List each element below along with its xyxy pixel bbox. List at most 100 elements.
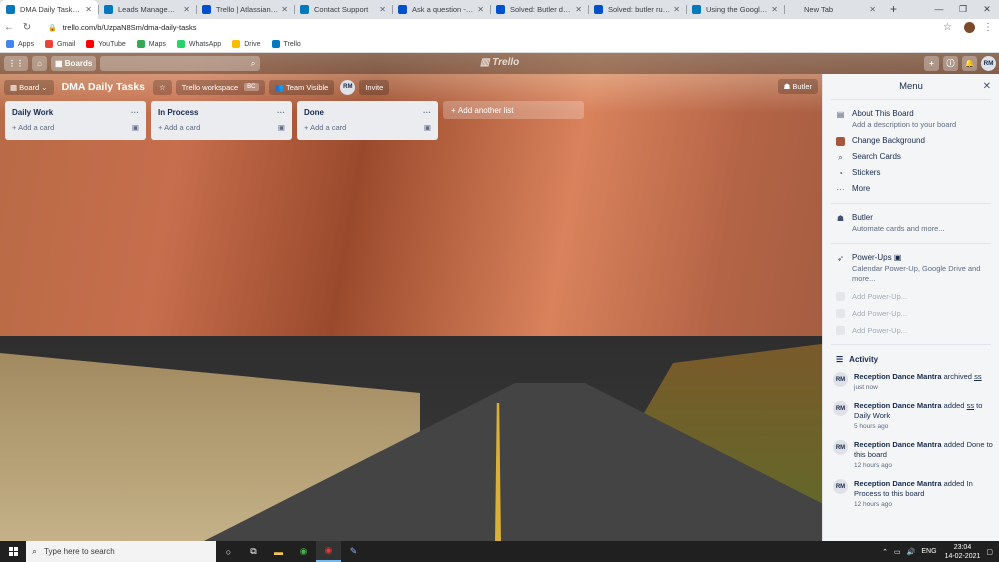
- volume-icon[interactable]: 🔊: [907, 548, 916, 556]
- menu-item-butler[interactable]: ☗ Butler Automate cards and more...: [823, 213, 999, 234]
- board-search-input[interactable]: ⌕: [100, 56, 261, 71]
- browser-tab[interactable]: Leads Management | T ✕: [98, 0, 196, 19]
- taskbar-search-input[interactable]: ⌕ Type here to search: [26, 541, 216, 562]
- bookmark-gmail[interactable]: Gmail: [44, 40, 75, 48]
- invite-button[interactable]: Invite: [359, 79, 390, 95]
- activity-user[interactable]: Reception Dance Mantra: [854, 401, 942, 410]
- card-template-icon[interactable]: ▣: [424, 123, 431, 132]
- create-plus-icon[interactable]: +: [924, 56, 939, 71]
- minimize-icon[interactable]: —: [927, 0, 951, 19]
- browser-tab[interactable]: Ask a question - Atlass ✕: [392, 0, 490, 19]
- browser-tab[interactable]: New Tab ✕: [784, 0, 882, 19]
- card-template-icon[interactable]: ▣: [132, 123, 139, 132]
- cortana-circle-icon[interactable]: ○: [216, 541, 241, 562]
- url-field[interactable]: 🔒 trello.com/b/UzpaN8Sm/dma-daily-tasks: [48, 23, 943, 32]
- window-close-icon[interactable]: ✕: [975, 0, 999, 19]
- add-card-button[interactable]: + Add a card: [304, 123, 346, 132]
- browser-tab-active[interactable]: DMA Daily Tasks | Trello ✕: [0, 0, 98, 19]
- bookmark-trello[interactable]: Trello: [271, 40, 301, 48]
- list-menu-icon[interactable]: ···: [423, 108, 431, 117]
- card-template-icon[interactable]: ▣: [278, 123, 285, 132]
- browser-tab[interactable]: Solved: butler rule mov ✕: [588, 0, 686, 19]
- add-power-up-slot[interactable]: Add Power-Up...: [823, 309, 999, 318]
- close-tab-icon[interactable]: ✕: [85, 5, 92, 14]
- taskbar-clock[interactable]: 23:04 14-02-2021: [945, 543, 981, 561]
- notification-bell-icon[interactable]: 🔔: [962, 56, 977, 71]
- browser-tab[interactable]: Solved: Butler due date ✕: [490, 0, 588, 19]
- trello-logo[interactable]: ▥ Trello: [480, 57, 519, 68]
- list-menu-icon[interactable]: ···: [277, 108, 285, 117]
- chrome-active-icon[interactable]: ◉: [316, 541, 341, 562]
- back-arrow-icon[interactable]: ←: [0, 22, 18, 33]
- add-another-list-button[interactable]: + Add another list: [443, 101, 584, 119]
- activity-time[interactable]: just now: [854, 383, 982, 393]
- activity-avatar[interactable]: RM: [833, 372, 848, 387]
- activity-user[interactable]: Reception Dance Mantra: [854, 372, 942, 381]
- task-view-icon[interactable]: ⧉: [241, 541, 266, 562]
- bookmark-maps[interactable]: Maps: [136, 40, 166, 48]
- workspace-button[interactable]: Trello workspace BC: [175, 79, 265, 95]
- activity-time[interactable]: 5 hours ago: [854, 422, 993, 432]
- new-tab-plus-icon[interactable]: +: [890, 0, 897, 19]
- windows-start-icon[interactable]: [0, 541, 26, 562]
- activity-user[interactable]: Reception Dance Mantra: [854, 479, 942, 488]
- menu-item-change-background[interactable]: Change Background: [823, 136, 999, 146]
- browser-tab[interactable]: Using the Google Drive ✕: [686, 0, 784, 19]
- language-indicator[interactable]: ENG: [921, 548, 936, 555]
- profile-avatar-icon[interactable]: [964, 22, 975, 33]
- menu-item-more[interactable]: ··· More: [823, 184, 999, 194]
- member-avatar[interactable]: RM: [340, 79, 356, 95]
- list-menu-icon[interactable]: ···: [131, 108, 139, 117]
- maximize-icon[interactable]: ❐: [951, 0, 975, 19]
- bookmark-drive[interactable]: Drive: [232, 40, 261, 48]
- menu-item-search-cards[interactable]: ⌕ Search Cards: [823, 152, 999, 162]
- close-tab-icon[interactable]: ✕: [281, 5, 288, 14]
- board-menu-button[interactable]: ▦ Board ⌄: [4, 79, 54, 95]
- add-power-up-slot[interactable]: Add Power-Up...: [823, 292, 999, 301]
- activity-avatar[interactable]: RM: [833, 479, 848, 494]
- pinned-app-icon[interactable]: ✎: [341, 541, 366, 562]
- bookmark-apps[interactable]: Apps: [6, 40, 34, 48]
- close-tab-icon[interactable]: ✕: [575, 5, 582, 14]
- browser-tab[interactable]: Contact Support ✕: [294, 0, 392, 19]
- notification-center-icon[interactable]: ▢: [986, 548, 993, 556]
- list-title[interactable]: In Process: [158, 108, 198, 117]
- close-tab-icon[interactable]: ✕: [183, 5, 190, 14]
- visibility-button[interactable]: 👥 Team Visible: [268, 79, 335, 95]
- browser-tab[interactable]: Trello | Atlassian Comm ✕: [196, 0, 294, 19]
- refresh-icon[interactable]: ↻: [18, 22, 36, 33]
- close-tab-icon[interactable]: ✕: [379, 5, 386, 14]
- close-menu-icon[interactable]: ✕: [983, 81, 991, 92]
- chrome-icon[interactable]: ◉: [291, 541, 316, 562]
- menu-item-power-ups[interactable]: ➶ Power-Ups ▣ Calendar Power-Up, Google D…: [823, 253, 999, 284]
- activity-card-link[interactable]: ss: [974, 372, 982, 381]
- list-title[interactable]: Daily Work: [12, 108, 53, 117]
- network-icon[interactable]: ▭: [894, 548, 901, 556]
- butler-button[interactable]: ☗ Butler: [777, 79, 818, 94]
- add-card-button[interactable]: + Add a card: [158, 123, 200, 132]
- activity-avatar[interactable]: RM: [833, 440, 848, 455]
- browser-menu-icon[interactable]: ⋮: [983, 22, 993, 33]
- home-icon[interactable]: ⌂: [32, 56, 47, 71]
- boards-button[interactable]: ▦ Boards: [51, 56, 97, 71]
- tray-up-arrow-icon[interactable]: ⌃: [882, 548, 888, 556]
- close-tab-icon[interactable]: ✕: [477, 5, 484, 14]
- menu-item-about[interactable]: ▤ About This Board Add a description to y…: [823, 109, 999, 130]
- close-tab-icon[interactable]: ✕: [673, 5, 680, 14]
- info-icon[interactable]: ⓘ: [943, 56, 958, 71]
- user-avatar[interactable]: RM: [981, 56, 996, 71]
- close-tab-icon[interactable]: ✕: [771, 5, 778, 14]
- bookmark-youtube[interactable]: YouTube: [86, 40, 126, 48]
- activity-time[interactable]: 12 hours ago: [854, 461, 993, 471]
- close-tab-icon[interactable]: ✕: [869, 5, 876, 14]
- list-title[interactable]: Done: [304, 108, 324, 117]
- add-power-up-slot[interactable]: Add Power-Up...: [823, 326, 999, 335]
- menu-item-stickers[interactable]: ◔ Stickers: [823, 168, 999, 178]
- star-board-icon[interactable]: ☆: [153, 79, 172, 95]
- add-card-button[interactable]: + Add a card: [12, 123, 54, 132]
- bookmark-star-icon[interactable]: ☆: [943, 22, 952, 33]
- board-title[interactable]: DMA Daily Tasks: [62, 81, 145, 93]
- activity-time[interactable]: 12 hours ago: [854, 500, 993, 510]
- activity-card-link[interactable]: ss: [967, 401, 975, 410]
- bookmark-whatsapp[interactable]: WhatsApp: [176, 40, 221, 48]
